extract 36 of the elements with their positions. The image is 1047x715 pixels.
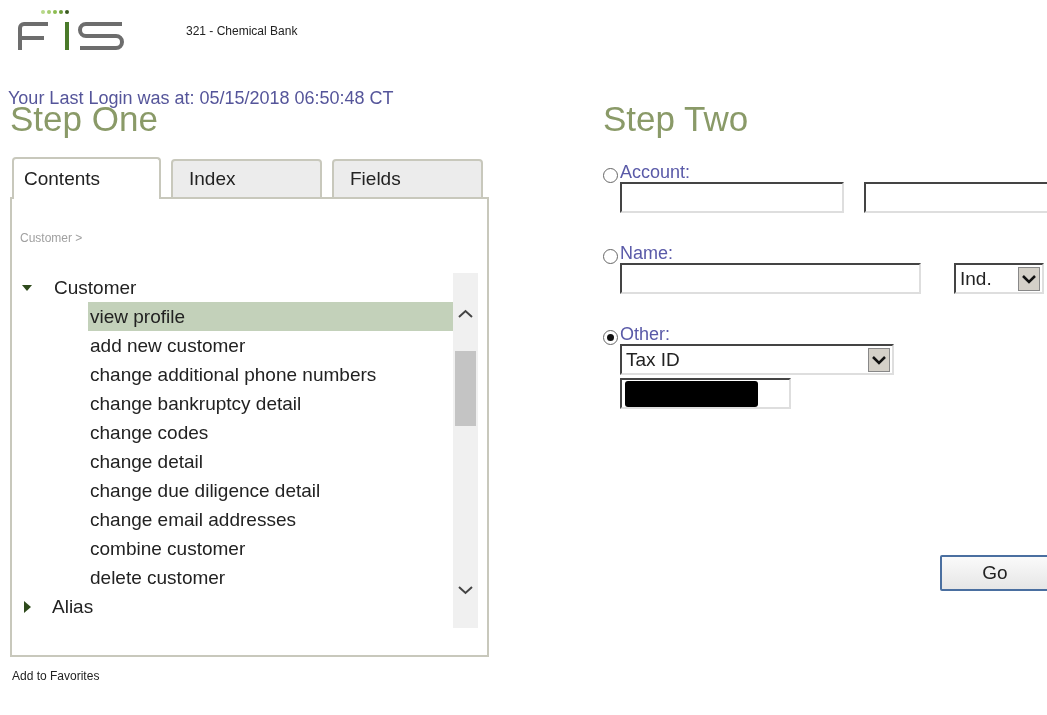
- tree-item[interactable]: view profile: [88, 302, 453, 331]
- scrollbar-thumb[interactable]: [455, 351, 476, 426]
- name-input[interactable]: [620, 263, 921, 294]
- scroll-down-icon[interactable]: [458, 585, 473, 595]
- tab[interactable]: Fields: [332, 159, 483, 199]
- scroll-up-icon[interactable]: [458, 309, 473, 319]
- option-label: Other:: [620, 324, 671, 344]
- id-type-select[interactable]: Tax ID: [620, 344, 894, 375]
- scrollbar[interactable]: [453, 273, 478, 628]
- expand-icon[interactable]: [22, 600, 32, 613]
- tree-item[interactable]: change detail: [88, 447, 453, 476]
- breadcrumb: Customer >: [20, 231, 83, 245]
- tree-item[interactable]: change email addresses: [88, 505, 453, 534]
- tree-item[interactable]: Alias: [52, 592, 94, 621]
- tree-item[interactable]: delete customer: [88, 563, 453, 592]
- dropdown-icon[interactable]: [1018, 266, 1040, 291]
- go-button[interactable]: Go: [940, 555, 1047, 591]
- tree-item[interactable]: change due diligence detail: [88, 476, 453, 505]
- add-to-favorites-link[interactable]: Add to Favorites: [12, 669, 100, 683]
- id-input[interactable]: [620, 378, 791, 409]
- tree-item[interactable]: change codes: [88, 418, 453, 447]
- bank-name: 321 - Chemical Bank: [186, 24, 298, 38]
- step-heading: Step Two: [603, 102, 749, 136]
- tab[interactable]: Index: [171, 159, 322, 199]
- tree-item[interactable]: Customer: [54, 273, 137, 302]
- tree-item[interactable]: change bankruptcy detail: [88, 389, 453, 418]
- tree-item[interactable]: combine customer: [88, 534, 453, 563]
- dropdown-icon[interactable]: [868, 347, 890, 372]
- account-input[interactable]: [864, 182, 1047, 213]
- tab[interactable]: Contents: [12, 157, 161, 199]
- type-select[interactable]: Ind.: [954, 263, 1044, 294]
- tree-item[interactable]: add new customer: [88, 331, 453, 360]
- tree-item[interactable]: change additional phone numbers: [88, 360, 453, 389]
- option-label: Name:: [620, 243, 673, 263]
- account-input[interactable]: [620, 182, 844, 213]
- option-label: Account:: [620, 162, 691, 182]
